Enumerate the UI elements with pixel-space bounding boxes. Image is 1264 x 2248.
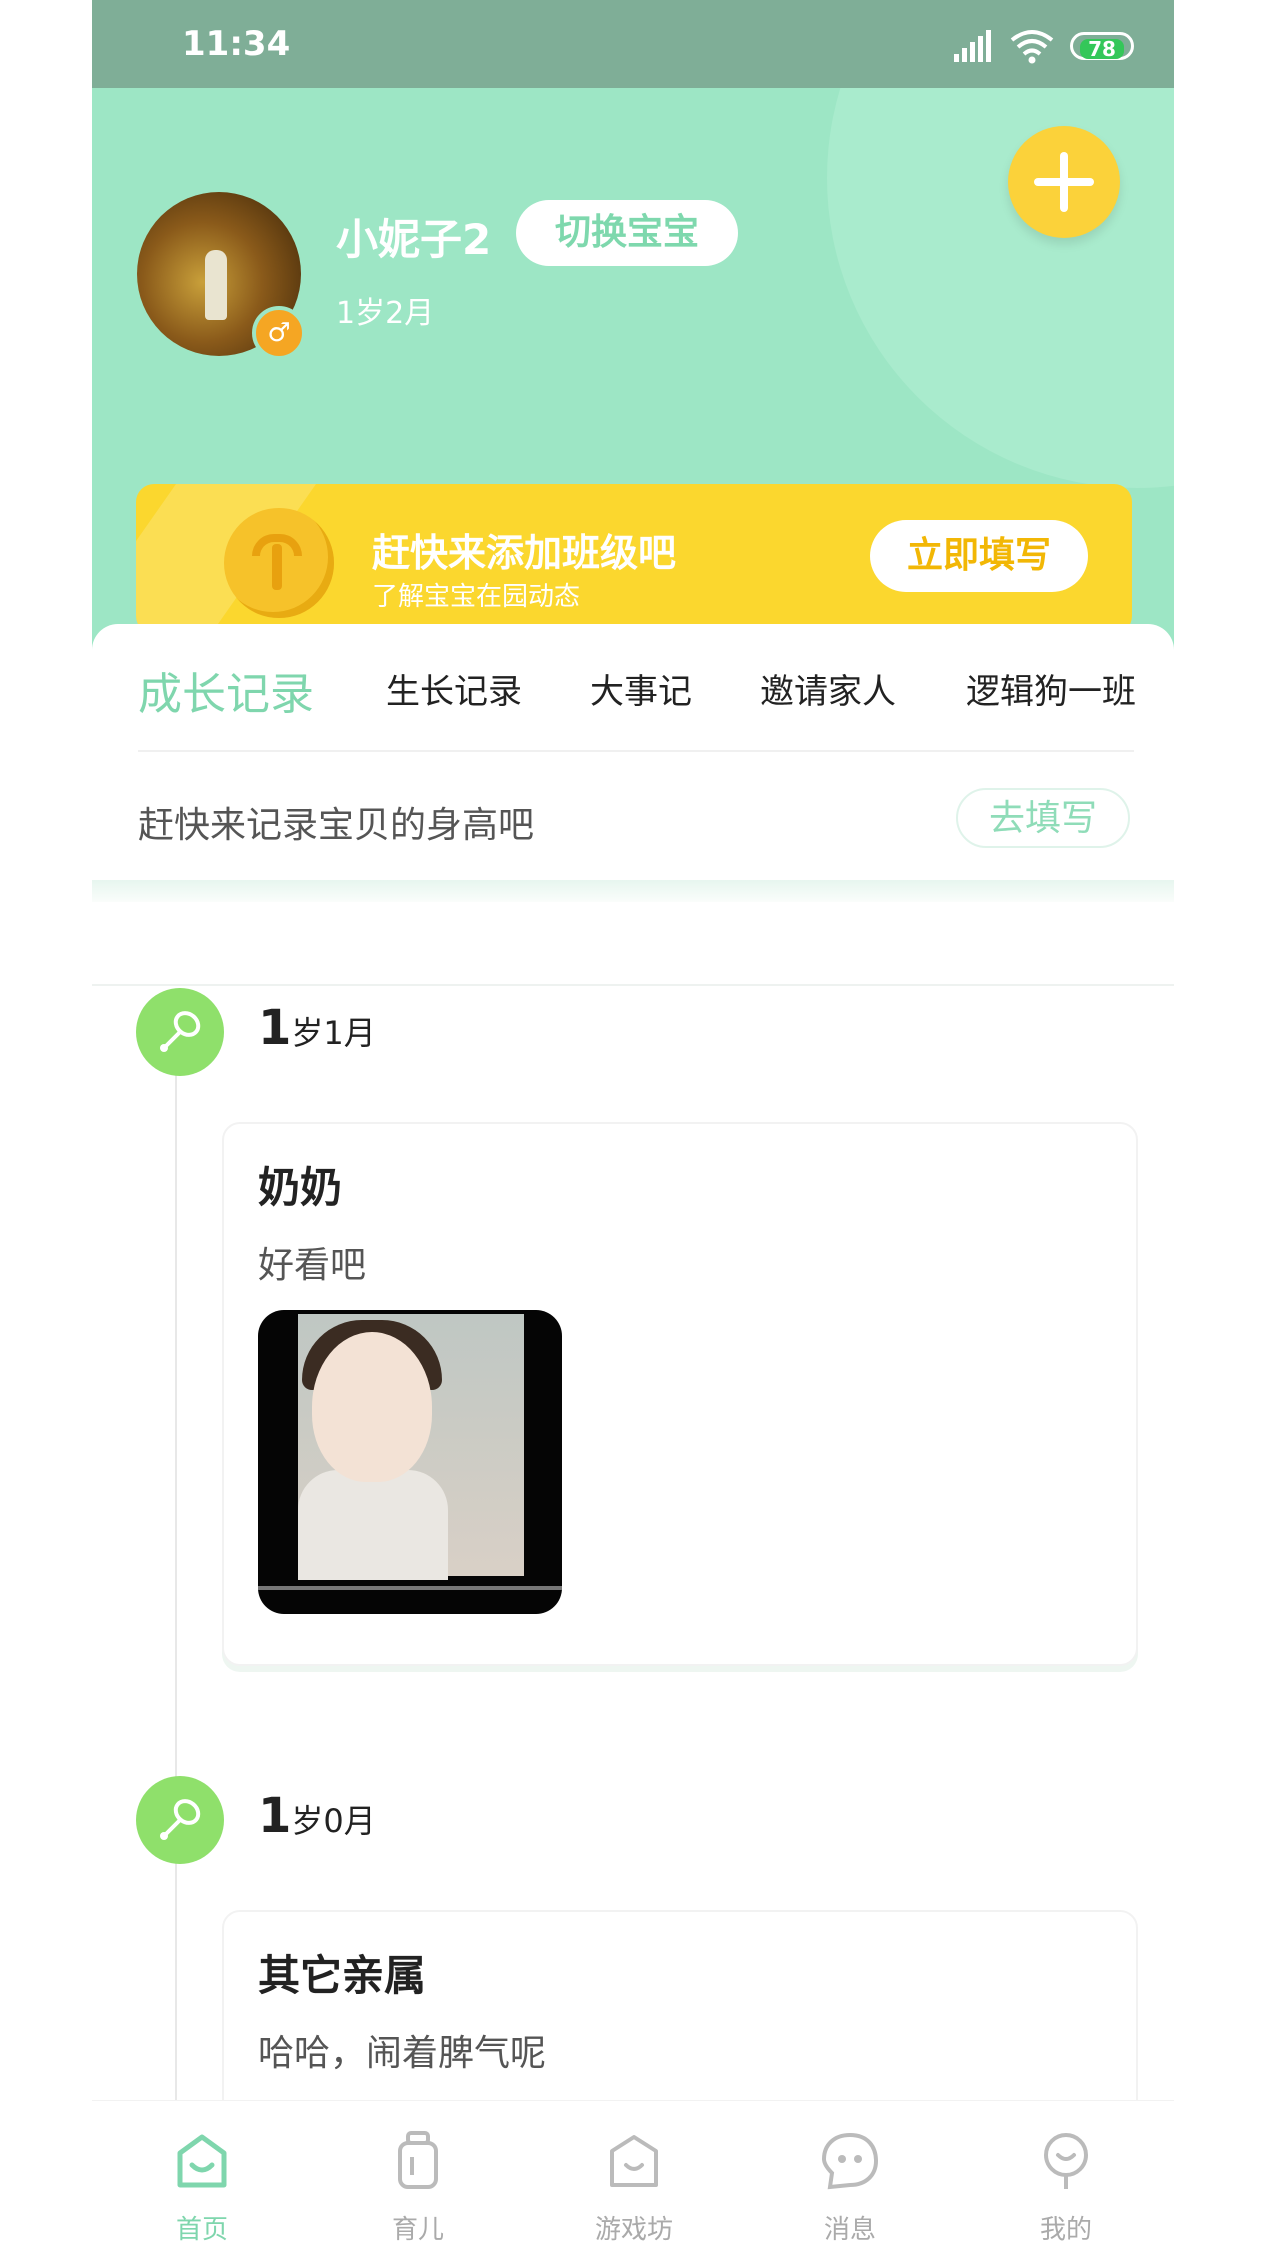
post-author: 其它亲属 <box>258 1951 427 2000</box>
profile-header: ♂ 小妮子2 切换宝宝 1岁2月 赶快来添加班级吧 了解宝宝在园动态 立即填写 <box>92 88 1174 708</box>
bottle-icon <box>398 2131 438 2189</box>
header-decoration <box>827 88 1174 488</box>
tab-class[interactable]: 逻辑狗一班 <box>966 664 1136 713</box>
photo-child-body <box>298 1470 448 1580</box>
section-shadow <box>92 880 1174 902</box>
switch-baby-button[interactable]: 切换宝宝 <box>516 200 738 266</box>
timeline-age: 1岁0月 <box>258 1788 376 1844</box>
nav-label: 首页 <box>175 2215 228 2245</box>
wifi-icon <box>1010 30 1054 64</box>
fill-now-button[interactable]: 立即填写 <box>870 520 1088 592</box>
message-icon <box>821 2132 879 2190</box>
nav-label: 游戏坊 <box>594 2215 673 2245</box>
status-time: 11:34 <box>182 24 291 64</box>
tabs-divider <box>138 750 1134 752</box>
post-author: 奶奶 <box>258 1163 343 1212</box>
app-screen: 11:34 78 ♂ 小妮子2 切换宝宝 1岁2月 赶快来添加班级吧 了解宝宝在… <box>92 0 1174 2248</box>
timeline-age-number: 1 <box>258 1788 292 1844</box>
battery-icon: 78 <box>1070 32 1134 60</box>
nav-home[interactable]: 首页 <box>94 2101 310 2248</box>
tab-invite-family[interactable]: 邀请家人 <box>760 664 896 713</box>
timeline-rattle-icon <box>136 1776 224 1864</box>
add-record-button[interactable] <box>1008 126 1120 238</box>
tab-growth-data[interactable]: 生长记录 <box>386 664 522 713</box>
profile-icon <box>1044 2133 1088 2189</box>
nav-profile[interactable]: 我的 <box>958 2101 1174 2248</box>
banner-subtitle: 了解宝宝在园动态 <box>372 582 581 612</box>
tab-milestones[interactable]: 大事记 <box>590 664 692 713</box>
timeline-age-unit: 岁0月 <box>291 1802 376 1840</box>
avatar-photo-figure <box>205 250 227 320</box>
game-icon <box>610 2135 658 2187</box>
add-class-banner[interactable]: 赶快来添加班级吧 了解宝宝在园动态 立即填写 <box>136 484 1132 634</box>
nav-messages[interactable]: 消息 <box>742 2101 958 2248</box>
timeline-age-number: 1 <box>258 1000 292 1056</box>
timeline-post[interactable]: 奶奶 好看吧 <box>222 1122 1138 1666</box>
photo-child-face <box>312 1332 432 1482</box>
gender-icon: ♂ <box>252 306 306 360</box>
nav-label: 我的 <box>1039 2215 1092 2245</box>
tab-bar: 成长记录 生长记录 大事记 邀请家人 逻辑狗一班 <box>92 624 1174 750</box>
photo-video-bar <box>258 1586 562 1590</box>
sprout-coin-icon <box>224 508 334 618</box>
section-divider <box>92 984 1174 986</box>
bottom-nav: 首页 育儿 游戏坊 消息 我的 <box>92 2100 1174 2248</box>
baby-age: 1岁2月 <box>336 296 435 331</box>
banner-title: 赶快来添加班级吧 <box>372 531 677 575</box>
post-text: 哈哈，闹着脾气呢 <box>258 2033 547 2074</box>
nav-label: 育儿 <box>391 2215 444 2245</box>
nav-label: 消息 <box>823 2215 876 2245</box>
tab-growth-record[interactable]: 成长记录 <box>138 658 314 722</box>
nav-game[interactable]: 游戏坊 <box>526 2101 742 2248</box>
post-text: 好看吧 <box>258 1245 367 1286</box>
status-bar: 11:34 78 <box>92 0 1174 88</box>
baby-name: 小妮子2 <box>336 215 492 264</box>
timeline-line <box>175 1040 177 2120</box>
timeline-age: 1岁1月 <box>258 1000 376 1056</box>
timeline-rattle-icon <box>136 988 224 1076</box>
timeline-age-unit: 岁1月 <box>291 1014 376 1052</box>
height-prompt-text: 赶快来记录宝贝的身高吧 <box>138 805 535 846</box>
nav-parenting[interactable]: 育儿 <box>310 2101 526 2248</box>
signal-icon <box>954 30 991 62</box>
battery-level: 78 <box>1080 39 1124 59</box>
post-photo[interactable] <box>258 1310 562 1614</box>
fill-height-button[interactable]: 去填写 <box>956 788 1130 848</box>
home-icon <box>177 2134 227 2188</box>
